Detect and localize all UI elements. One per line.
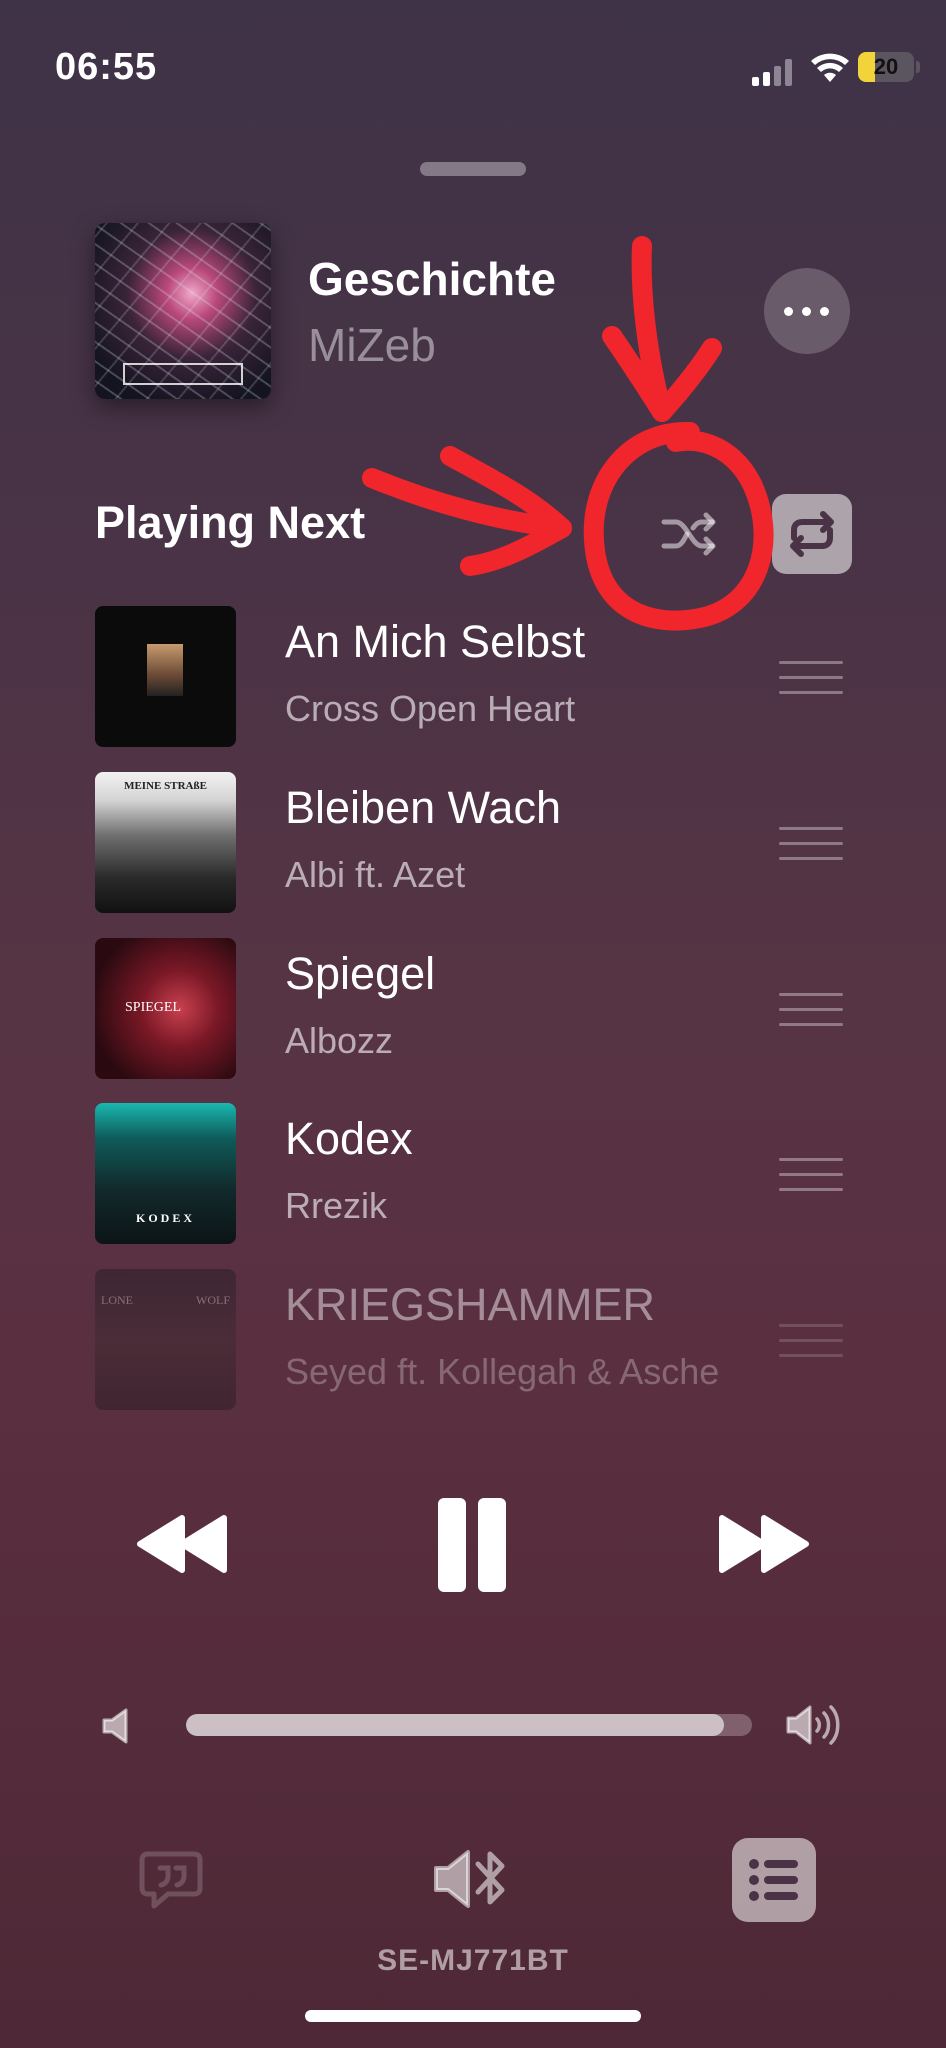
track-artwork: MEINE STRAßE xyxy=(95,772,236,913)
playing-next-title: Playing Next xyxy=(95,497,366,548)
volume-low-icon xyxy=(100,1706,132,1751)
queue-row[interactable]: SPIEGEL Spiegel Albozz xyxy=(0,938,946,1088)
queue-row[interactable]: MEINE STRAßE Bleiben Wach Albi ft. Azet xyxy=(0,772,946,922)
status-time: 06:55 xyxy=(55,46,158,88)
fast-forward-icon xyxy=(719,1515,809,1573)
more-dot xyxy=(820,307,829,316)
reorder-handle-icon[interactable] xyxy=(779,827,843,861)
queue-button[interactable] xyxy=(732,1838,816,1922)
volume-slider[interactable] xyxy=(186,1714,752,1736)
now-playing-artwork[interactable] xyxy=(95,223,271,399)
signal-icon xyxy=(752,58,794,86)
rewind-icon xyxy=(137,1515,227,1573)
queue-list-icon xyxy=(749,1859,798,1901)
bluetooth-speaker-icon xyxy=(434,1850,505,1908)
queue-row[interactable]: LONE WOLF KRIEGSHAMMER Seyed ft. Kollegah… xyxy=(0,1269,946,1419)
output-device-button[interactable] xyxy=(432,1846,516,1912)
track-artwork xyxy=(95,606,236,747)
track-title: Kodex xyxy=(285,1113,413,1164)
reorder-handle-icon[interactable] xyxy=(779,1324,843,1358)
artwork-logo xyxy=(123,363,243,385)
wifi-icon xyxy=(810,52,850,89)
shuffle-icon xyxy=(661,512,716,556)
artwork-text: MEINE STRAßE xyxy=(124,780,207,792)
output-device-name: SE-MJ771BT xyxy=(377,1944,569,1977)
reorder-handle-icon[interactable] xyxy=(779,1158,843,1192)
fast-forward-button[interactable] xyxy=(714,1512,814,1576)
reorder-handle-icon[interactable] xyxy=(779,993,843,1027)
track-artist: Albozz xyxy=(285,1020,394,1061)
battery-level: 20 xyxy=(873,54,899,79)
more-options-button[interactable] xyxy=(764,268,850,354)
volume-slider-fill xyxy=(186,1714,724,1736)
repeat-button[interactable] xyxy=(772,494,852,574)
track-title: An Mich Selbst xyxy=(285,616,586,667)
lyrics-icon xyxy=(139,1851,203,1909)
now-playing-title: Geschichte xyxy=(308,253,556,305)
more-dot xyxy=(802,307,811,316)
artwork-text: LONE xyxy=(101,1293,133,1307)
queue-row[interactable]: An Mich Selbst Cross Open Heart xyxy=(0,606,946,756)
track-title: Spiegel xyxy=(285,948,436,999)
queue-row[interactable]: KODEX Kodex Rrezik xyxy=(0,1103,946,1253)
track-artist: Seyed ft. Kollegah & Asche xyxy=(285,1351,720,1392)
track-title: Bleiben Wach xyxy=(285,782,561,833)
artwork-text: SPIEGEL xyxy=(125,1000,181,1015)
track-artwork: LONE WOLF xyxy=(95,1269,236,1410)
track-artwork: KODEX xyxy=(95,1103,236,1244)
track-artwork: SPIEGEL xyxy=(95,938,236,1079)
sheet-grabber[interactable] xyxy=(420,162,526,176)
home-indicator[interactable] xyxy=(305,2010,641,2022)
track-artist: Albi ft. Azet xyxy=(285,854,466,895)
reorder-handle-icon[interactable] xyxy=(779,661,843,695)
track-artist: Cross Open Heart xyxy=(285,688,576,729)
now-playing-artist[interactable]: MiZeb xyxy=(308,318,436,372)
more-dot xyxy=(784,307,793,316)
battery-icon: 20 xyxy=(858,52,914,82)
repeat-icon xyxy=(790,511,834,557)
track-artist: Rrezik xyxy=(285,1185,388,1226)
battery-cap xyxy=(916,61,920,73)
artwork-text: KODEX xyxy=(135,1211,195,1225)
rewind-button[interactable] xyxy=(132,1512,232,1576)
lyrics-button[interactable] xyxy=(138,1850,204,1910)
track-title: KRIEGSHAMMER xyxy=(285,1279,656,1330)
pause-icon xyxy=(478,1498,506,1592)
pause-button[interactable] xyxy=(434,1498,510,1592)
volume-high-icon xyxy=(784,1702,844,1753)
pause-icon xyxy=(438,1498,466,1592)
artwork-text: WOLF xyxy=(196,1293,230,1307)
shuffle-button[interactable] xyxy=(650,494,730,574)
